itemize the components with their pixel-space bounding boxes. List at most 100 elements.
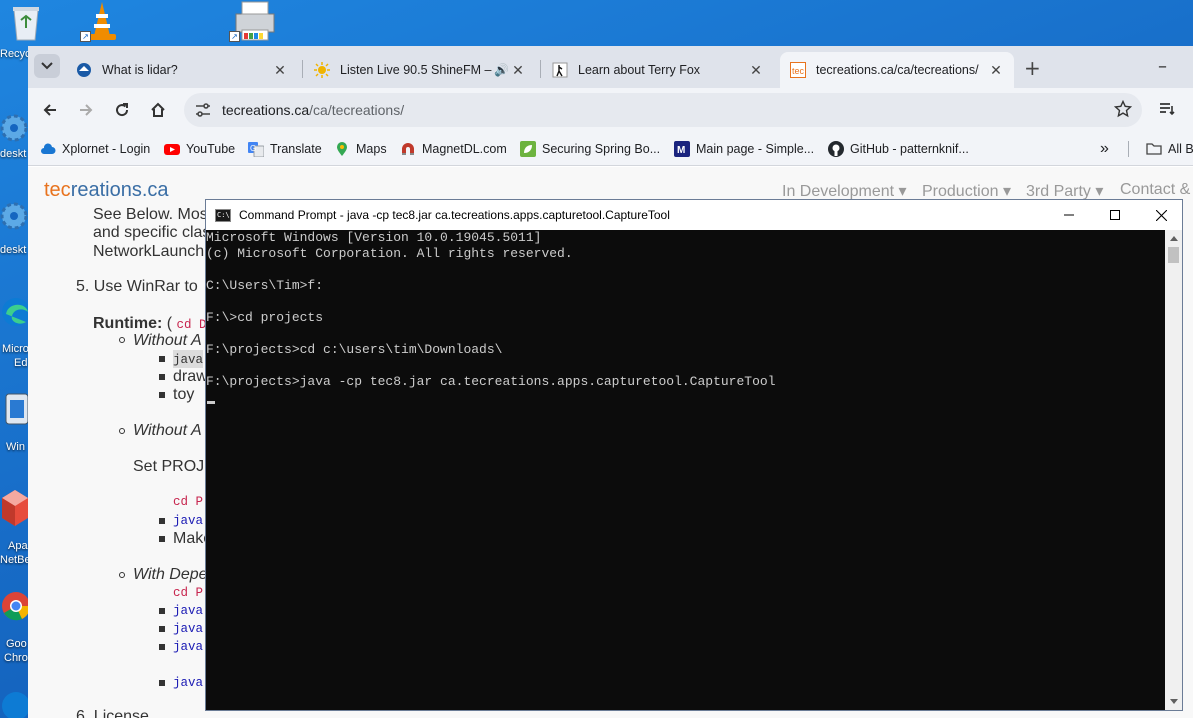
console-line: Microsoft Windows [Version 10.0.19045.50… — [206, 230, 542, 245]
code-snippet: java — [173, 622, 204, 636]
text-cursor — [207, 401, 215, 404]
list-item: With Depe — [133, 566, 208, 583]
github-icon — [828, 141, 844, 157]
shortcut-arrow-icon: ↗ — [80, 31, 91, 42]
tab-label: tecreations.ca/ca/tecreations/ — [816, 63, 979, 77]
url-text: tecreations.ca/ca/tecreations/ — [222, 102, 404, 118]
tab-search-button[interactable] — [34, 54, 60, 78]
cmd-scrollbar[interactable] — [1165, 230, 1182, 710]
bookmark-spring[interactable]: Securing Spring Bo... — [520, 139, 660, 159]
reading-list-icon[interactable] — [1158, 100, 1176, 118]
netbeans-label: NetBe — [0, 554, 31, 566]
body-text: and specific clas — [93, 224, 211, 241]
address-bar[interactable]: tecreations.ca/ca/tecreations/ — [184, 93, 1142, 127]
scroll-up-button[interactable] — [1165, 230, 1182, 247]
reload-button[interactable] — [110, 98, 134, 122]
chevron-down-icon — [41, 62, 53, 70]
scroll-down-button[interactable] — [1165, 693, 1182, 710]
cmd-maximize-button[interactable] — [1092, 200, 1138, 230]
translate-icon: G — [248, 142, 264, 157]
cmd-close-button[interactable] — [1138, 200, 1184, 230]
tab-terry-fox[interactable]: Learn about Terry Fox ✕ — [542, 52, 774, 88]
cloud-icon — [41, 143, 56, 154]
terminal-icon: C:\ — [215, 208, 231, 222]
new-tab-button[interactable]: + — [1024, 56, 1041, 80]
scroll-thumb[interactable] — [1168, 247, 1179, 263]
window-minimize-button[interactable]: – — [1158, 56, 1167, 77]
noaa-icon — [77, 63, 91, 77]
tab-tecreations[interactable]: tec tecreations.ca/ca/tecreations/ ✕ — [780, 52, 1014, 88]
site-info-icon[interactable] — [194, 101, 212, 119]
bookmark-maps[interactable]: Maps — [334, 139, 387, 159]
nav-3rd-party[interactable]: 3rd Party ▾ — [1026, 181, 1103, 201]
bookmarks-overflow-button[interactable]: » — [1100, 139, 1109, 159]
bookmarks-divider — [1128, 141, 1129, 157]
list-bullet — [159, 374, 165, 380]
bookmark-label: Securing Spring Bo... — [542, 142, 661, 156]
bookmark-magnetdl[interactable]: MagnetDL.com — [400, 139, 507, 159]
list-item: toy — [173, 386, 195, 403]
nav-contact[interactable]: Contact & — [1120, 181, 1190, 199]
list-bullet — [159, 518, 165, 524]
cmd-title: Command Prompt - java -cp tec8.jar ca.te… — [239, 208, 670, 222]
bookmark-label: Translate — [270, 142, 322, 156]
svg-text:M: M — [677, 145, 685, 156]
code-snippet: cd P — [173, 495, 204, 509]
netbeans-label: Apa — [8, 540, 28, 552]
recycle-bin-icon[interactable] — [6, 2, 46, 42]
reload-icon — [116, 103, 129, 117]
list-item-step-6: 6. License — [76, 708, 149, 718]
console-output[interactable]: Microsoft Windows [Version 10.0.19045.50… — [206, 230, 1166, 710]
windows-app-label: Win — [6, 441, 25, 453]
bookmark-simple-wiki[interactable]: M Main page - Simple... — [674, 139, 814, 159]
bookmark-xplornet[interactable]: Xplornet - Login — [40, 139, 150, 159]
tab-what-is-lidar[interactable]: What is lidar? ✕ — [66, 52, 298, 88]
all-bookmarks-button[interactable]: All B — [1146, 139, 1193, 159]
code-snippet: java — [173, 676, 204, 690]
list-bullet — [159, 626, 165, 632]
console-line: F:\projects>java -cp tec8.jar ca.tecreat… — [206, 374, 776, 389]
close-icon[interactable]: ✕ — [272, 62, 288, 79]
folder-icon — [1146, 143, 1162, 155]
back-button[interactable] — [38, 98, 62, 122]
home-button[interactable] — [146, 98, 170, 122]
forward-button[interactable] — [74, 98, 98, 122]
shinefm-icon — [314, 62, 330, 78]
chrome-label: Chro — [4, 652, 28, 664]
close-icon[interactable]: ✕ — [988, 62, 1004, 79]
svg-text:G: G — [250, 144, 256, 153]
arrow-left-icon — [43, 104, 56, 116]
body-text: NetworkLaunch — [93, 243, 205, 260]
close-icon[interactable]: ✕ — [510, 62, 526, 79]
close-icon — [1155, 209, 1167, 221]
svg-text:tec: tec — [792, 66, 805, 76]
close-icon[interactable]: ✕ — [748, 62, 764, 79]
bookmark-star-icon[interactable] — [1114, 100, 1132, 118]
list-item: Without A — [133, 422, 202, 439]
nav-in-development[interactable]: In Development ▾ — [782, 181, 907, 201]
bookmark-translate[interactable]: G Translate — [248, 139, 322, 159]
tab-shinefm[interactable]: Listen Live 90.5 ShineFM – S 🔊 ✕ — [304, 52, 536, 88]
site-logo[interactable]: tecreations.ca — [44, 179, 169, 202]
youtube-icon — [164, 144, 180, 155]
code-snippet: java — [173, 353, 204, 367]
tecreations-icon: tec — [790, 62, 806, 78]
list-bullet — [159, 680, 165, 686]
url-host: tecreations.ca — [222, 102, 310, 118]
runtime-label: Runtime: — [93, 315, 163, 332]
list-bullet — [119, 572, 125, 578]
tab-label: Learn about Terry Fox — [578, 63, 701, 77]
cmd-minimize-button[interactable] — [1046, 200, 1092, 230]
code-snippet: java — [173, 640, 204, 654]
maximize-icon — [1110, 210, 1120, 220]
cmd-title-bar[interactable]: C:\ Command Prompt - java -cp tec8.jar c… — [206, 200, 1182, 230]
bookmark-github[interactable]: GitHub - patternknif... — [828, 139, 969, 159]
speaker-icon[interactable]: 🔊 — [494, 63, 510, 77]
nav-production[interactable]: Production ▾ — [922, 181, 1011, 201]
bookmark-label: Maps — [356, 142, 387, 156]
terry-fox-icon — [552, 62, 568, 78]
list-bullet — [159, 536, 165, 542]
edge-label: Ed — [14, 357, 28, 369]
tab-separator — [302, 60, 303, 78]
bookmark-youtube[interactable]: YouTube — [164, 139, 235, 159]
